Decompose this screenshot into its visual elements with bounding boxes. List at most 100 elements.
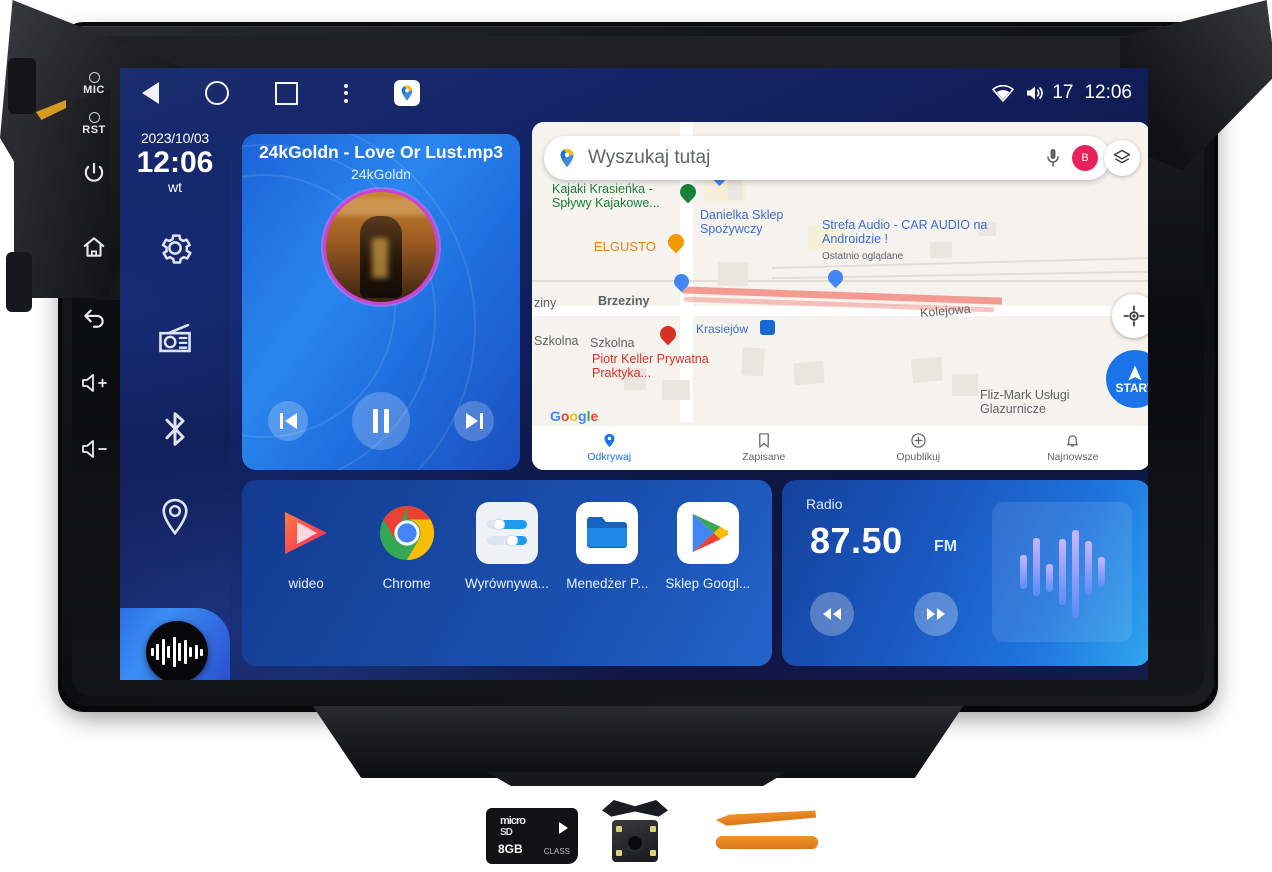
map-pin-blue[interactable] (824, 266, 847, 289)
camera-led (616, 850, 622, 856)
power-button[interactable] (66, 160, 122, 191)
app-label: Wyrównywa... (465, 576, 549, 591)
home-hard-button[interactable] (66, 234, 122, 265)
map-building (741, 347, 765, 377)
gear-icon (161, 234, 192, 264)
home-icon (83, 237, 105, 257)
back-arrow-icon (84, 309, 104, 328)
app-file-manager[interactable]: Menedżer P... (559, 502, 655, 591)
music-player-card[interactable]: 24kGoldn - Love Or Lust.mp3 24kGoldn (242, 134, 520, 470)
sidebar-item-navigation[interactable] (120, 496, 230, 538)
play-pause-button[interactable] (352, 392, 410, 450)
microsd-line1: micro (500, 815, 526, 827)
volume-level-text: 17 (1052, 82, 1074, 103)
album-art-top-band (336, 198, 426, 216)
maps-nav-saved[interactable]: Zapisane (687, 433, 842, 463)
map-poi-sublabel: Ostatnio oglądane (822, 251, 904, 262)
mic-button[interactable]: MIC (66, 72, 122, 96)
microsd-card: micro SD 8GB CLASS (486, 808, 578, 864)
map-poi-label[interactable]: Strefa Audio - CAR AUDIO na Androidzie ! (822, 218, 1002, 246)
equalizer-icon (475, 502, 538, 564)
back-triangle-icon[interactable] (142, 82, 159, 104)
reset-button[interactable]: RST (66, 112, 122, 136)
file-manager-icon (576, 502, 639, 564)
radio-seek-up-button[interactable] (914, 592, 958, 636)
radio-card[interactable]: Radio 87.50 FM (782, 480, 1148, 666)
microphone-icon[interactable] (1046, 148, 1060, 168)
previous-track-button[interactable] (268, 401, 308, 441)
app-chrome[interactable]: Chrome (359, 502, 455, 591)
radio-card-title: Radio (806, 496, 843, 512)
rear-camera (600, 800, 670, 864)
maps-nav-label: Najnowsze (1047, 451, 1099, 463)
sidebar-item-radio[interactable] (120, 318, 230, 358)
app-wideo[interactable]: wideo (258, 502, 354, 591)
google-maps-card[interactable]: Kajaki Krasieńka - Spływy Kajakowe... Da… (532, 122, 1148, 470)
status-clock: 12:06 (1084, 82, 1132, 103)
microsd-class-label: CLASS (543, 847, 570, 856)
recenter-button[interactable] (1112, 294, 1148, 338)
layers-button[interactable] (1104, 140, 1140, 176)
map-poi-label[interactable]: Danielka Sklep Spożywczy (700, 208, 810, 236)
device-stand-tab (487, 772, 787, 786)
map-poi-label[interactable]: Krasiejów (696, 322, 748, 336)
map-pin-station[interactable] (760, 320, 775, 335)
google-watermark: Google (550, 408, 599, 424)
music-controls (242, 392, 520, 450)
start-button-label: START (1115, 381, 1148, 395)
maps-nav-contribute[interactable]: Opublikuj (841, 433, 996, 463)
recenter-icon (1123, 305, 1145, 327)
touchscreen[interactable]: 17 12:06 2023/10/03 12:06 wt 24kGoldn - … (120, 68, 1148, 680)
map-poi-label[interactable]: Piotr Keller Prywatna Praktyka... (592, 352, 712, 380)
home-circle-icon[interactable] (205, 81, 229, 105)
app-equalizer[interactable]: Wyrównywa... (459, 502, 555, 591)
music-title: 24kGoldn - Love Or Lust.mp3 (258, 142, 504, 162)
maps-bottom-nav: Odkrywaj Zapisane Opublikuj Najnowsze (532, 426, 1148, 470)
bell-icon (996, 433, 1149, 448)
maps-search-bar[interactable]: Wyszukaj tutaj B (544, 136, 1110, 180)
sidebar-item-bluetooth[interactable] (120, 408, 230, 450)
maps-nav-explore[interactable]: Odkrywaj (532, 433, 687, 463)
maps-nav-label: Opublikuj (896, 451, 941, 463)
location-pin-icon (162, 498, 188, 536)
sound-wave-icon[interactable] (146, 621, 208, 680)
map-building (910, 356, 944, 384)
camera-lens (626, 834, 644, 852)
maps-nav-label: Zapisane (742, 451, 786, 463)
app-play-store[interactable]: Sklep Googl... (660, 502, 756, 591)
map-pin-red[interactable] (656, 322, 680, 346)
radio-frequency: 87.50 (810, 520, 903, 561)
mic-button-label: MIC (83, 84, 105, 96)
volume-up-icon (82, 374, 107, 392)
map-poi-label[interactable]: Fliz-Mark Usługi Glazurnicze (980, 388, 1110, 416)
avatar[interactable]: B (1072, 145, 1098, 171)
microsd-capacity: 8GB (498, 842, 523, 856)
screenshot-root: MIC RST 17 12:06 2023/10/03 12:06 wt 24k… (0, 0, 1272, 872)
radio-band: FM (934, 538, 958, 555)
map-street-label: Szkolna (590, 336, 635, 350)
maps-nav-label: Odkrywaj (587, 451, 632, 463)
next-track-button[interactable] (454, 401, 494, 441)
maps-nav-updates[interactable]: Najnowsze (996, 433, 1149, 463)
microsd-arrow-icon (559, 822, 568, 834)
more-vertical-icon[interactable] (344, 83, 348, 103)
equalizer-bars-icon (992, 502, 1132, 642)
back-hard-button[interactable] (66, 304, 122, 335)
map-poi-label[interactable]: Kajaki Krasieńka - Spływy Kajakowe... (552, 182, 682, 210)
volume-down-button[interactable] (66, 438, 122, 465)
play-store-icon (676, 502, 739, 564)
fast-forward-icon (927, 608, 945, 620)
radio-seek-down-button[interactable] (810, 592, 854, 636)
sidebar-item-settings[interactable] (120, 228, 230, 268)
left-side-block-lower (6, 252, 32, 312)
status-indicators: 17 12:06 (992, 82, 1132, 104)
map-poi-label[interactable]: ELGUSTO (594, 240, 656, 254)
volume-up-button[interactable] (66, 372, 122, 399)
plus-circle-icon (841, 433, 996, 448)
device-stand (312, 706, 964, 778)
recents-square-icon[interactable] (275, 81, 298, 105)
search-input[interactable]: Wyszukaj tutaj (588, 147, 1046, 169)
apps-card: wideo Chrome Wyrównywa... Menedżer P... … (242, 480, 772, 666)
google-maps-icon[interactable] (394, 80, 420, 106)
reset-hole-icon (88, 112, 100, 123)
